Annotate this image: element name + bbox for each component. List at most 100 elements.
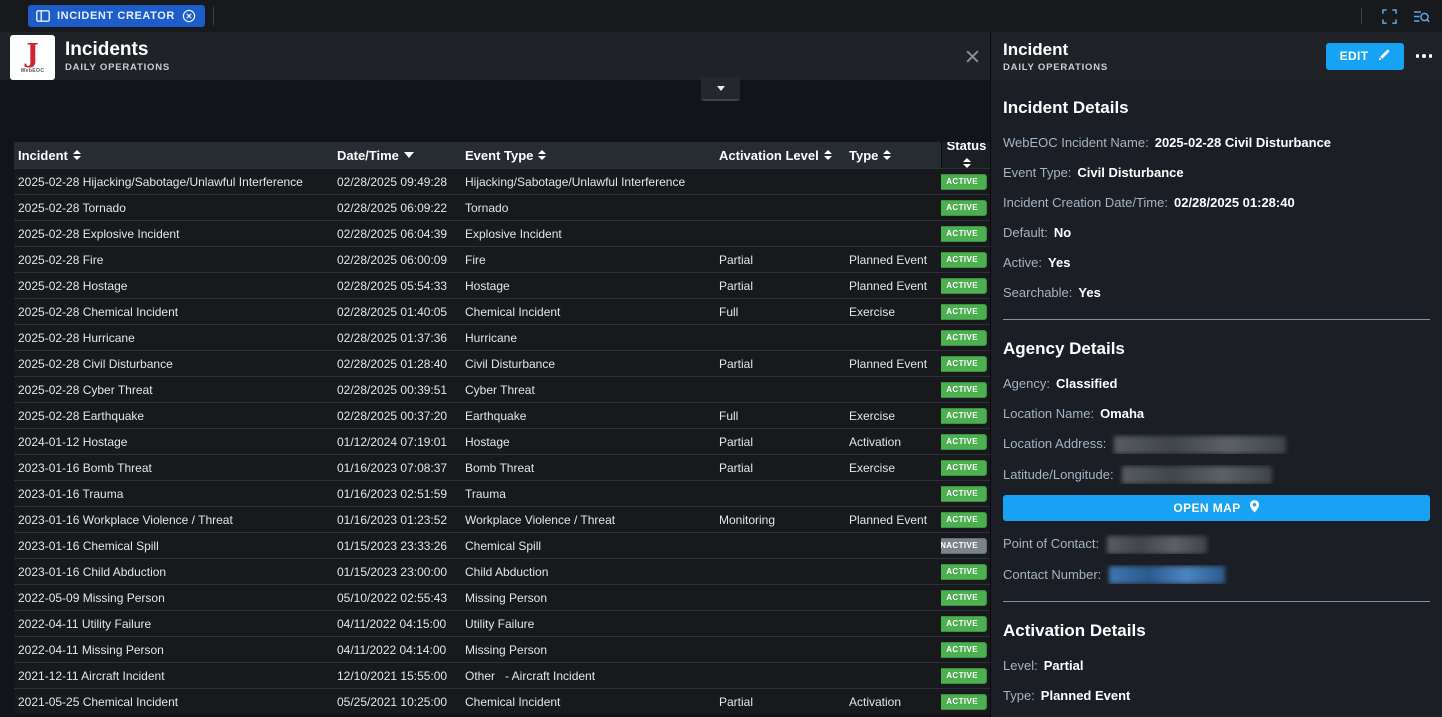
fullscreen-icon[interactable] bbox=[1382, 9, 1397, 24]
section-divider bbox=[1003, 319, 1430, 320]
field-label: Default: bbox=[1003, 225, 1048, 240]
cell-type bbox=[845, 221, 941, 246]
cell-type bbox=[845, 611, 941, 636]
cell-activation_level bbox=[715, 195, 845, 220]
incidents-body: IncidentDate/TimeEvent TypeActivation Le… bbox=[0, 80, 990, 717]
cell-status: ACTIVE bbox=[941, 169, 990, 194]
table-row[interactable]: 2025-02-28 Fire02/28/2025 06:00:09FirePa… bbox=[14, 246, 990, 272]
cell-datetime: 02/28/2025 06:09:22 bbox=[333, 195, 461, 220]
table-row[interactable]: 2025-02-28 Tornado02/28/2025 06:09:22Tor… bbox=[14, 194, 990, 220]
cell-datetime: 01/16/2023 02:51:59 bbox=[333, 481, 461, 506]
cell-type bbox=[845, 481, 941, 506]
field-label: Agency: bbox=[1003, 376, 1050, 391]
table-row[interactable]: 2024-01-12 Hostage01/12/2024 07:19:01Hos… bbox=[14, 428, 990, 454]
field-value: Planned Event bbox=[1041, 688, 1131, 703]
table-row[interactable]: 2022-04-11 Missing Person04/11/2022 04:1… bbox=[14, 636, 990, 662]
detail-header: Incident DAILY OPERATIONS EDIT bbox=[991, 32, 1442, 80]
board-layout-icon bbox=[36, 10, 50, 22]
table-row[interactable]: 2022-05-09 Missing Person05/10/2022 02:5… bbox=[14, 584, 990, 610]
tab-incident-creator[interactable]: INCIDENT CREATOR bbox=[28, 5, 205, 27]
table-row[interactable]: 2023-01-16 Bomb Threat01/16/2023 07:08:3… bbox=[14, 454, 990, 480]
column-header-incident[interactable]: Incident bbox=[14, 142, 333, 168]
cell-type bbox=[845, 377, 941, 402]
table-row[interactable]: 2025-02-28 Hijacking/Sabotage/Unlawful I… bbox=[14, 168, 990, 194]
status-badge: ACTIVE bbox=[941, 486, 987, 502]
cell-event_type: Other - Aircraft Incident bbox=[461, 663, 715, 688]
more-options-icon[interactable] bbox=[1416, 54, 1433, 58]
chevron-down-icon bbox=[717, 86, 725, 91]
table-row[interactable]: 2023-01-16 Workplace Violence / Threat01… bbox=[14, 506, 990, 532]
cell-type bbox=[845, 637, 941, 662]
cell-incident: 2025-02-28 Earthquake bbox=[14, 403, 333, 428]
cell-datetime: 04/11/2022 04:14:00 bbox=[333, 637, 461, 662]
table-row[interactable]: 2025-02-28 Hostage02/28/2025 05:54:33Hos… bbox=[14, 272, 990, 298]
cell-incident: 2022-05-09 Missing Person bbox=[14, 585, 333, 610]
column-header-type[interactable]: Type bbox=[845, 142, 941, 168]
column-header-date-time[interactable]: Date/Time bbox=[333, 142, 461, 168]
status-badge: ACTIVE bbox=[941, 564, 987, 580]
close-tab-icon[interactable] bbox=[182, 9, 196, 23]
table-row[interactable]: 2025-02-28 Hurricane02/28/2025 01:37:36H… bbox=[14, 324, 990, 350]
field-value: Yes bbox=[1048, 255, 1070, 270]
cell-event_type: Trauma bbox=[461, 481, 715, 506]
table-row[interactable]: 2025-02-28 Earthquake02/28/2025 00:37:20… bbox=[14, 402, 990, 428]
column-header-activation-level[interactable]: Activation Level bbox=[715, 142, 845, 168]
column-label: Type bbox=[849, 148, 878, 163]
cell-event_type: Missing Person bbox=[461, 585, 715, 610]
cell-incident: 2023-01-16 Trauma bbox=[14, 481, 333, 506]
edit-button[interactable]: EDIT bbox=[1326, 43, 1404, 70]
cell-activation_level: Monitoring bbox=[715, 507, 845, 532]
cell-datetime: 02/28/2025 01:28:40 bbox=[333, 351, 461, 376]
cell-datetime: 02/28/2025 06:00:09 bbox=[333, 247, 461, 272]
field-label: Type: bbox=[1003, 688, 1035, 703]
cell-event_type: Chemical Incident bbox=[461, 689, 715, 714]
cell-datetime: 01/12/2024 07:19:01 bbox=[333, 429, 461, 454]
detail-field: WebEOC Incident Name:2025-02-28 Civil Di… bbox=[1003, 133, 1430, 152]
field-value: Yes bbox=[1078, 285, 1100, 300]
table-row[interactable]: 2025-02-28 Cyber Threat02/28/2025 00:39:… bbox=[14, 376, 990, 402]
field-label: Latitude/Longitude: bbox=[1003, 467, 1114, 482]
table-row[interactable]: 2021-12-11 Aircraft Incident12/10/2021 1… bbox=[14, 662, 990, 688]
cell-incident: 2025-02-28 Hijacking/Sabotage/Unlawful I… bbox=[14, 169, 333, 194]
table-row[interactable]: 2021-05-25 Chemical Incident05/25/2021 1… bbox=[14, 688, 990, 714]
cell-activation_level: Partial bbox=[715, 429, 845, 454]
status-badge: ACTIVE bbox=[941, 304, 987, 320]
cell-status: ACTIVE bbox=[941, 611, 990, 636]
table-row[interactable]: 2025-02-28 Civil Disturbance02/28/2025 0… bbox=[14, 350, 990, 376]
table-row[interactable]: 2025-02-28 Chemical Incident02/28/2025 0… bbox=[14, 298, 990, 324]
search-list-icon[interactable] bbox=[1413, 9, 1430, 24]
close-panel-icon[interactable] bbox=[962, 46, 982, 66]
cell-type bbox=[845, 533, 941, 558]
field-label: Contact Number: bbox=[1003, 567, 1101, 582]
cell-type: Planned Event bbox=[845, 507, 941, 532]
incidents-table-body: 2025-02-28 Hijacking/Sabotage/Unlawful I… bbox=[14, 168, 990, 714]
cell-event_type: Workplace Violence / Threat bbox=[461, 507, 715, 532]
field-value: No bbox=[1054, 225, 1071, 240]
field-label: Active: bbox=[1003, 255, 1042, 270]
cell-event_type: Hostage bbox=[461, 273, 715, 298]
table-row[interactable]: 2023-01-16 Chemical Spill01/15/2023 23:3… bbox=[14, 532, 990, 558]
filter-collapse-button[interactable] bbox=[701, 77, 740, 101]
cell-incident: 2022-04-11 Utility Failure bbox=[14, 611, 333, 636]
column-header-event-type[interactable]: Event Type bbox=[461, 142, 715, 168]
status-badge: ACTIVE bbox=[941, 278, 987, 294]
status-badge: ACTIVE bbox=[941, 616, 987, 632]
incidents-panel: J WebEOC Incidents DAILY OPERATIONS Inci… bbox=[0, 32, 990, 717]
webeoc-logo: J WebEOC bbox=[10, 35, 55, 80]
table-row[interactable]: 2022-04-11 Utility Failure04/11/2022 04:… bbox=[14, 610, 990, 636]
field-value: Omaha bbox=[1100, 406, 1144, 421]
cell-incident: 2025-02-28 Civil Disturbance bbox=[14, 351, 333, 376]
column-header-status[interactable]: Status bbox=[941, 142, 990, 168]
section-divider bbox=[1003, 601, 1430, 602]
cell-type: Planned Event bbox=[845, 351, 941, 376]
detail-field: Type: Planned Event bbox=[1003, 686, 1430, 705]
cell-incident: 2025-02-28 Tornado bbox=[14, 195, 333, 220]
table-row[interactable]: 2025-02-28 Explosive Incident02/28/2025 … bbox=[14, 220, 990, 246]
open-map-button[interactable]: OPEN MAP bbox=[1003, 495, 1430, 521]
cell-status: INACTIVE bbox=[941, 533, 990, 558]
table-row[interactable]: 2023-01-16 Trauma01/16/2023 02:51:59Trau… bbox=[14, 480, 990, 506]
top-bar: INCIDENT CREATOR bbox=[0, 0, 1442, 32]
table-row[interactable]: 2023-01-16 Child Abduction01/15/2023 23:… bbox=[14, 558, 990, 584]
cell-event_type: Cyber Threat bbox=[461, 377, 715, 402]
status-badge: INACTIVE bbox=[941, 538, 987, 554]
